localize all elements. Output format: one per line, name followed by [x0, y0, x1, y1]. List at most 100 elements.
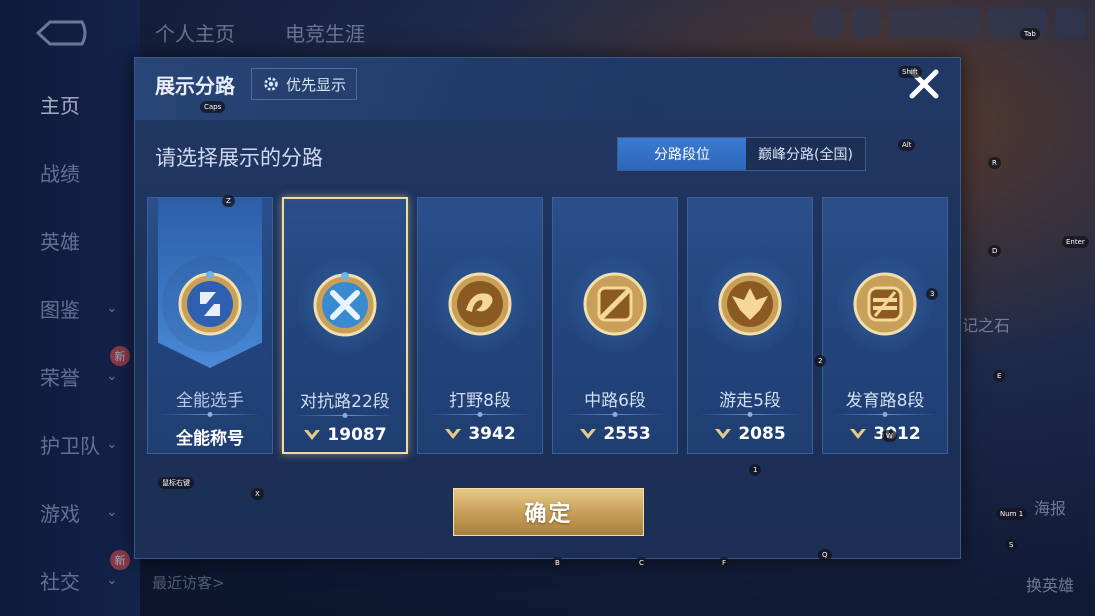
change-hero-button[interactable]: 换英雄 [1020, 572, 1080, 596]
card-divider [563, 414, 667, 415]
key-hint: D [988, 245, 1002, 257]
side-nav-honor[interactable]: 新荣誉 ⌄ [0, 342, 140, 410]
key-hint: C [635, 557, 648, 569]
priority-display-label: 优先显示 [286, 75, 347, 94]
activity-icon[interactable] [889, 8, 979, 38]
rank-chevron-icon [580, 429, 597, 439]
rank-chevron-icon [850, 429, 867, 439]
card-score-value: 全能称号 [176, 429, 244, 449]
card-score-value: 3012 [873, 424, 921, 444]
card-score: 2553 [553, 424, 677, 444]
card-score-value: 3942 [468, 424, 516, 444]
toggle-peak-lane[interactable]: 巅峰分路(全国) [746, 138, 865, 170]
side-nav-label: 战绩 [40, 161, 80, 186]
side-nav-label: 主页 [40, 93, 80, 118]
side-nav-guard[interactable]: 护卫队 ⌄ [0, 410, 140, 478]
side-nav-label: 护卫队 [40, 433, 100, 458]
key-hint: B [551, 557, 564, 569]
gear-icon [264, 77, 278, 91]
card-role-label: 全能选手 [176, 391, 244, 411]
chevron-down-icon: ⌄ [106, 300, 118, 316]
rank-chevron-icon [445, 429, 462, 439]
emblem-glow [162, 256, 258, 352]
emblem-glow [297, 257, 393, 353]
side-nav-social[interactable]: 新社交 ⌄ [0, 546, 140, 614]
jungle-dragon-emblem-icon [448, 272, 512, 336]
clash-lane-emblem-icon [313, 272, 377, 337]
side-nav-label: 游戏 [40, 501, 80, 526]
lane-card-jungle[interactable]: 打野8段 3942 [417, 197, 543, 454]
poster-button[interactable]: 海报 [1020, 495, 1080, 519]
stone-label: 记之石 [962, 316, 1011, 335]
card-score: 3942 [418, 424, 542, 444]
emblem-glow [837, 256, 933, 352]
emblem-glow [432, 256, 528, 352]
key-hint: W [882, 430, 897, 442]
side-nav-heroes[interactable]: 英雄 [0, 206, 140, 274]
toggle-lane-rank[interactable]: 分路段位 [618, 138, 746, 170]
card-role-label: 打野8段 [449, 391, 511, 411]
key-hint: S [1005, 539, 1018, 551]
key-hint: Z [222, 195, 235, 207]
background-top-right-icons [813, 8, 1085, 38]
lane-card-all-round[interactable]: 全能选手 全能称号 [147, 197, 273, 454]
lane-card-mid-lane[interactable]: 中路6段 2553 [552, 197, 678, 454]
side-nav-home[interactable]: 主页 [0, 70, 140, 138]
vip-icon[interactable] [851, 8, 881, 38]
chevron-down-icon: ⌄ [106, 368, 118, 384]
tab-personal-home[interactable]: 个人主页 [155, 18, 235, 47]
lane-card-roam[interactable]: 游走5段 2085 [687, 197, 813, 454]
route-display-dialog: 展示分路 优先显示 请选择展示的分路 分路段位 巅峰分路(全国) 全能选手 全能… [134, 57, 961, 559]
rank-chevron-icon [715, 429, 732, 439]
side-nav-games[interactable]: 游戏 ⌄ [0, 478, 140, 546]
key-hint: Alt [898, 139, 916, 151]
key-hint: Num 1 [996, 508, 1028, 520]
mid-lane-emblem-icon [583, 272, 647, 336]
side-nav-label: 社交 [40, 569, 80, 594]
confirm-button[interactable]: 确定 [453, 488, 644, 536]
rank-chevron-icon [304, 430, 321, 440]
card-role-label: 游走5段 [719, 391, 781, 411]
dialog-subtitle: 请选择展示的分路 [155, 146, 323, 170]
lane-card-farm-lane[interactable]: 发育路8段 3012 [822, 197, 948, 454]
key-hint: F [718, 557, 731, 569]
priority-display-button[interactable]: 优先显示 [251, 68, 358, 100]
new-badge: 新 [110, 550, 130, 570]
chevron-down-icon: ⌄ [106, 504, 118, 520]
background-side-nav: 主页 战绩 英雄 图鉴 ⌄ 新 荣誉 ⌄ 护卫队 ⌄ 游戏 ⌄ 新社交 ⌄ [0, 70, 140, 614]
chevron-down-icon: ⌄ [106, 436, 118, 452]
key-hint: Shift [898, 66, 922, 78]
key-hint: E [993, 370, 1006, 382]
card-score: 19087 [284, 425, 406, 445]
check-icon[interactable] [1055, 8, 1085, 38]
side-nav-guide[interactable]: 图鉴 ⌄ [0, 274, 140, 342]
lane-cards: 全能选手 全能称号 对抗路22段 19087 打野8段 3942 中路6段 25… [147, 197, 948, 454]
key-hint: 鼠标右键 [158, 477, 194, 489]
roam-emblem-icon [718, 272, 782, 336]
card-score: 全能称号 [148, 424, 272, 449]
back-arrow-icon[interactable] [30, 18, 90, 48]
card-divider [428, 414, 532, 415]
key-hint: Tab [1020, 28, 1040, 40]
card-role-label: 发育路8段 [845, 391, 925, 411]
side-nav-record[interactable]: 战绩 [0, 138, 140, 206]
rank-type-toggle: 分路段位 巅峰分路(全国) [617, 137, 866, 171]
key-hint: R [988, 157, 1001, 169]
chevron-down-icon: ⌄ [106, 572, 118, 588]
dialog-title: 展示分路 [155, 74, 235, 98]
recent-visitors[interactable]: 最近访客> [152, 572, 225, 593]
key-hint: Caps [200, 101, 226, 113]
side-nav-label: 英雄 [40, 229, 80, 254]
tab-esports-career[interactable]: 电竞生涯 [285, 18, 365, 47]
farm-lane-emblem-icon [853, 272, 917, 336]
side-nav-label: 荣誉 [40, 365, 80, 390]
lane-card-clash-lane[interactable]: 对抗路22段 19087 [282, 197, 408, 454]
bell-icon[interactable] [813, 8, 843, 38]
card-role-label: 对抗路22段 [300, 392, 390, 412]
card-score-value: 19087 [327, 425, 387, 445]
emblem-glow [702, 256, 798, 352]
card-divider [698, 414, 802, 415]
key-hint: Q [818, 549, 832, 561]
card-score-value: 2085 [738, 424, 786, 444]
card-divider [833, 414, 937, 415]
